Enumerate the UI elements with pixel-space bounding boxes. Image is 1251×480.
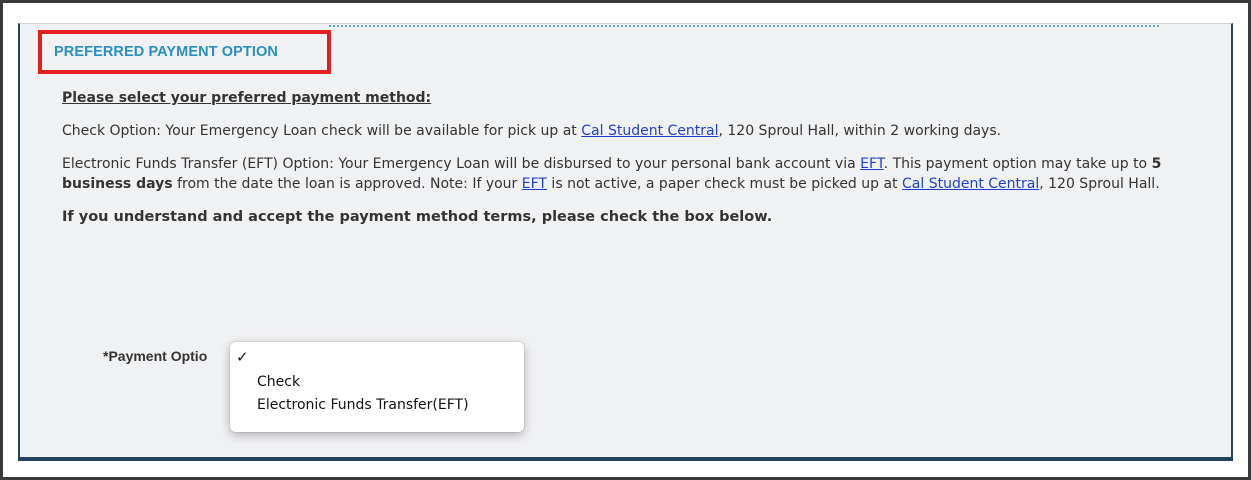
cal-student-central-link-2[interactable]: Cal Student Central	[902, 176, 1039, 192]
screenshot-canvas: PREFERRED PAYMENT OPTION Please select y…	[0, 0, 1251, 480]
check-option-paragraph: Check Option: Your Emergency Loan check …	[62, 121, 1212, 141]
eft-text-5: , 120 Sproul Hall.	[1039, 176, 1160, 192]
eft-link-note[interactable]: EFT	[522, 176, 547, 192]
blank-option[interactable]	[257, 350, 497, 368]
payment-option-label: *Payment Optio	[103, 348, 208, 364]
eft-text-4: is not active, a paper check must be pic…	[546, 176, 902, 192]
cal-student-central-link[interactable]: Cal Student Central	[581, 123, 718, 139]
section-header-highlight: PREFERRED PAYMENT OPTION	[38, 30, 331, 74]
option-check[interactable]: Check	[257, 374, 300, 390]
eft-text-3: from the date the loan is approved. Note…	[172, 176, 522, 192]
payment-option-dropdown-menu[interactable]: ✓ Check Electronic Funds Transfer(EFT)	[230, 342, 524, 432]
lead-instruction: Please select your preferred payment met…	[62, 90, 432, 106]
payment-option-panel: PREFERRED PAYMENT OPTION Please select y…	[18, 23, 1233, 461]
checkmark-icon: ✓	[236, 348, 249, 366]
payment-instructions: Please select your preferred payment met…	[62, 88, 1212, 227]
option-eft[interactable]: Electronic Funds Transfer(EFT)	[257, 397, 469, 413]
eft-text-2: . This payment option may take up to	[883, 156, 1152, 172]
check-option-text: Check Option: Your Emergency Loan check …	[62, 123, 582, 139]
section-title: PREFERRED PAYMENT OPTION	[54, 44, 278, 60]
section-divider	[329, 25, 1159, 27]
eft-option-paragraph: Electronic Funds Transfer (EFT) Option: …	[62, 154, 1212, 194]
eft-link[interactable]: EFT	[860, 156, 884, 172]
accept-terms-text: If you understand and accept the payment…	[62, 209, 773, 225]
check-option-text-end: , 120 Sproul Hall, within 2 working days…	[718, 123, 1002, 139]
eft-text-1: Electronic Funds Transfer (EFT) Option: …	[62, 156, 861, 172]
